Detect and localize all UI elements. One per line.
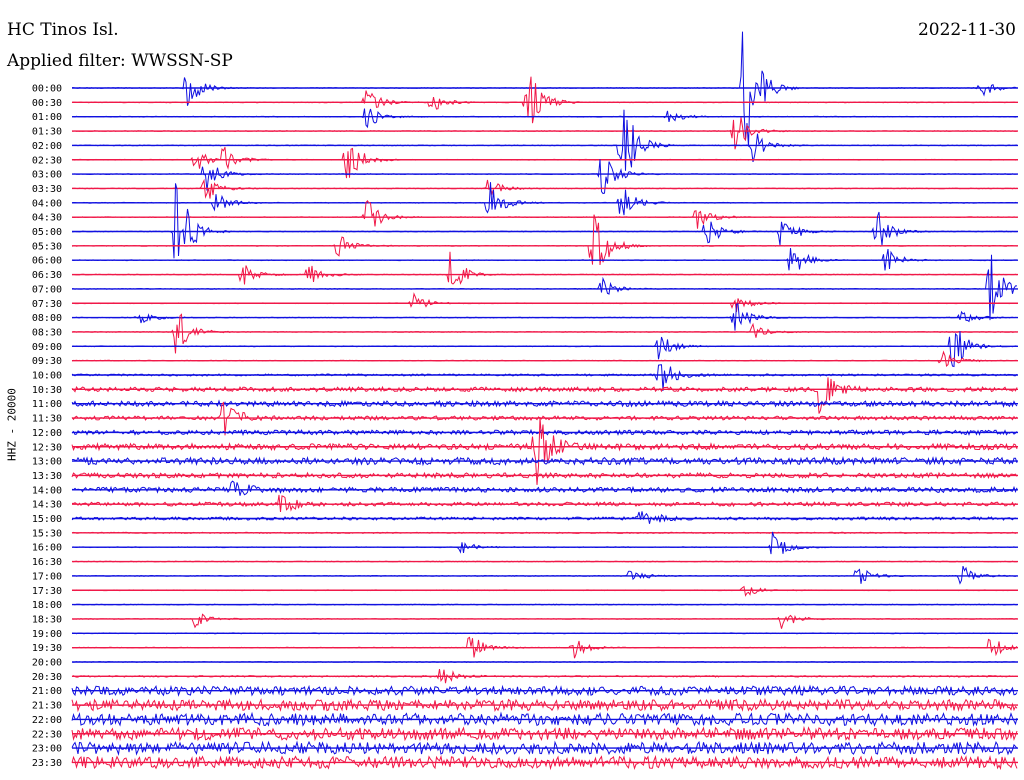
row-time-label: 00:30 [32, 98, 62, 109]
row-time-label: 14:30 [32, 500, 62, 511]
row-time-label: 09:30 [32, 356, 62, 367]
row-time-label: 23:00 [32, 744, 62, 755]
trace-line-0830 [71, 313, 1018, 354]
trace-line-0930 [71, 350, 1017, 368]
trace-line-1700 [71, 565, 1018, 585]
trace-line-0530 [71, 214, 1018, 266]
row-time-label: 03:30 [32, 184, 62, 195]
row-time-label: 13:30 [32, 471, 62, 482]
row-time-label: 18:30 [32, 614, 62, 625]
row-time-label: 12:30 [32, 442, 62, 453]
trace-line-1730 [71, 585, 1018, 597]
row-time-label: 06:30 [32, 270, 62, 281]
trace-line-1830 [71, 613, 1018, 629]
row-time-label: 11:30 [32, 414, 62, 425]
row-time-label: 06:00 [32, 256, 62, 267]
row-time-label: 16:00 [32, 543, 62, 554]
row-time-label: 13:00 [32, 457, 62, 468]
row-time-label: 02:00 [32, 141, 62, 152]
row-time-label: 21:30 [32, 701, 62, 712]
row-time-label: 08:30 [32, 327, 62, 338]
trace-line-1130 [71, 401, 1018, 436]
row-time-label: 08:00 [32, 313, 62, 324]
trace-line-0330 [71, 178, 1018, 199]
trace-line-0700 [71, 254, 1017, 321]
row-time-label: 03:00 [32, 170, 62, 181]
row-time-label: 10:30 [32, 385, 62, 396]
row-time-label: 16:30 [32, 557, 62, 568]
row-time-label: 07:00 [32, 284, 62, 295]
row-time-label: 10:00 [32, 371, 62, 382]
row-time-label: 15:30 [32, 528, 62, 539]
row-time-label: 14:00 [32, 485, 62, 496]
row-time-label: 23:30 [32, 758, 62, 769]
row-time-label: 22:00 [32, 715, 62, 726]
seismogram-plot: 00:00 00:30 01:00 01:30 02:00 02:30 03:00 03:30… [32, 31, 1018, 771]
row-time-label: 12:00 [32, 428, 62, 439]
row-time-label: 17:00 [32, 571, 62, 582]
trace-group [71, 31, 1018, 771]
row-time-label: 22:30 [32, 729, 62, 740]
trace-line-0430 [71, 199, 1018, 229]
row-time-label: 09:00 [32, 342, 62, 353]
row-time-label: 00:00 [32, 84, 62, 95]
trace-line-0500 [71, 183, 1017, 259]
row-time-label: 18:00 [32, 600, 62, 611]
trace-line-0600 [71, 248, 1017, 271]
row-time-label: 01:30 [32, 127, 62, 138]
trace-line-0100 [72, 108, 1018, 129]
row-time-label: 07:30 [32, 299, 62, 310]
trace-line-1430 [72, 494, 1018, 512]
trace-line-0630 [71, 251, 1018, 285]
trace-line-1500 [71, 511, 1018, 524]
row-time-label: 20:00 [32, 658, 62, 669]
row-time-label: 05:00 [32, 227, 62, 238]
trace-line-0000 [72, 31, 1018, 147]
row-time-label: 20:30 [32, 672, 62, 683]
row-time-label: 01:00 [32, 112, 62, 123]
row-time-label: 11:00 [32, 399, 62, 410]
row-time-label: 19:00 [32, 629, 62, 640]
trace-line-1400 [71, 480, 1018, 496]
row-time-label: 05:30 [32, 241, 62, 252]
trace-line-1030 [71, 377, 1018, 414]
tick-label-group: 00:00 00:30 01:00 01:30 02:00 02:30 03:00 03:30… [32, 84, 62, 769]
row-time-label: 15:00 [32, 514, 62, 525]
row-time-label: 04:30 [32, 213, 62, 224]
row-time-label: 04:00 [32, 198, 62, 209]
trace-line-0130 [71, 117, 1018, 150]
row-time-label: 17:30 [32, 586, 62, 597]
row-time-label: 21:00 [32, 686, 62, 697]
trace-line-1600 [71, 531, 1018, 555]
row-time-label: 19:30 [32, 643, 62, 654]
row-time-label: 02:30 [32, 155, 62, 166]
